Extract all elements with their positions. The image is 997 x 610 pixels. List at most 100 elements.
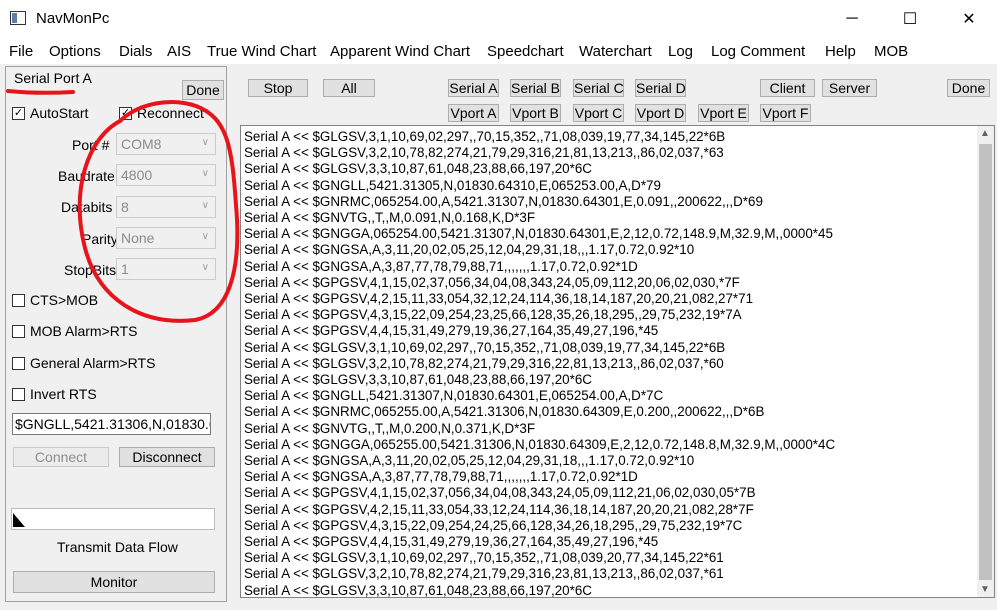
scroll-down-icon[interactable]: ▼	[980, 584, 990, 595]
done-button[interactable]: Done	[947, 79, 990, 97]
chevron-down-icon: ∨	[201, 200, 209, 211]
vport-b-button[interactable]: Vport B	[510, 104, 561, 122]
log-line: Serial A << $GNGGA,065254.00,5421.31307,…	[244, 226, 833, 242]
menu-dials[interactable]: Dials	[119, 43, 152, 60]
reconnect-checkbox[interactable]: ✓ Reconnect	[119, 105, 204, 121]
log-line: Serial A << $GNGSA,A,3,11,20,02,05,25,12…	[244, 453, 695, 468]
databits-label: Databits	[61, 199, 113, 215]
invert-rts-checkbox[interactable]: Invert RTS	[12, 386, 97, 402]
log-line: Serial A << $GLGSV,3,2,10,78,82,274,21,7…	[244, 566, 724, 582]
menu-waterchart[interactable]: Waterchart	[579, 43, 652, 60]
all-button[interactable]: All	[323, 79, 375, 97]
minimize-button[interactable]: ─	[829, 0, 875, 38]
log-line: Serial A << $GLGSV,3,3,10,87,61,048,23,8…	[244, 582, 592, 598]
log-line: Serial A << $GPGSV,4,1,15,02,37,056,34,0…	[244, 274, 740, 290]
serial-a-button[interactable]: Serial A	[448, 79, 499, 97]
menu-true-wind-chart[interactable]: True Wind Chart	[207, 43, 316, 60]
log-line: Serial A << $GNGLL,5421.31307,N,01830.64…	[244, 388, 664, 404]
vport-d-button[interactable]: Vport D	[635, 104, 686, 122]
menu-ais[interactable]: AIS	[167, 43, 191, 60]
chevron-down-icon: ∨	[201, 231, 209, 242]
log-line: Serial A << $GLGSV,3,1,10,69,02,297,,70,…	[244, 339, 726, 355]
log-line: Serial A << $GNGSA,A,3,87,77,78,79,88,71…	[244, 258, 638, 274]
connect-button[interactable]: Connect	[13, 447, 109, 467]
close-button[interactable]: ✕	[946, 0, 992, 38]
app-icon	[10, 11, 26, 25]
log-line: Serial A << $GNGSA,A,3,11,20,02,05,25,12…	[244, 242, 695, 258]
menu-log[interactable]: Log	[668, 43, 693, 60]
log-line: Serial A << $GLGSV,3,3,10,87,61,048,23,8…	[244, 161, 592, 177]
port-select[interactable]: COM8 ∨	[116, 133, 216, 155]
server-button[interactable]: Server	[822, 79, 877, 97]
vport-a-button[interactable]: Vport A	[448, 104, 499, 122]
group-title: Serial Port A	[14, 70, 92, 86]
log-line: Serial A << $GNGLL,5421.31305,N,01830.64…	[244, 177, 661, 193]
window-title: NavMonPc	[36, 10, 110, 27]
log-line: Serial A << $GNGGA,065255.00,5421.31306,…	[244, 436, 836, 452]
stop-button[interactable]: Stop	[248, 79, 308, 97]
databits-select[interactable]: 8 ∨	[116, 196, 216, 218]
serial-b-button[interactable]: Serial B	[510, 79, 561, 97]
vport-e-button[interactable]: Vport E	[698, 104, 749, 122]
flow-triangle-icon	[13, 513, 25, 527]
log-line: Serial A << $GPGSV,4,2,15,11,33,054,32,1…	[244, 291, 754, 306]
log-line: Serial A << $GNVTG,,T,,M,0.091,N,0.168,K…	[244, 210, 536, 225]
chevron-down-icon: ∨	[201, 262, 209, 273]
menu-apparent-wind-chart[interactable]: Apparent Wind Chart	[330, 43, 470, 60]
log-line: Serial A << $GNGSA,A,3,87,77,78,79,88,71…	[244, 469, 638, 485]
log-line: Serial A << $GLGSV,3,2,10,78,82,274,21,7…	[244, 355, 724, 371]
stopbits-label: StopBits	[64, 262, 117, 278]
menu-bar: File Options Dials AIS True Wind Chart A…	[0, 38, 997, 64]
monitor-log[interactable]: Serial A << $GLGSV,3,1,10,69,02,297,,70,…	[240, 125, 995, 598]
menu-file[interactable]: File	[9, 43, 33, 60]
transmit-flow-indicator	[11, 508, 215, 530]
scroll-up-icon[interactable]: ▲	[980, 128, 990, 139]
menu-mob[interactable]: MOB	[874, 43, 908, 60]
panel-done-button[interactable]: Done	[182, 80, 224, 100]
disconnect-button[interactable]: Disconnect	[119, 447, 215, 467]
checkbox-check-icon: ✓	[119, 106, 132, 120]
menu-help[interactable]: Help	[825, 43, 856, 60]
menu-speedchart[interactable]: Speedchart	[487, 43, 564, 60]
chevron-down-icon: ∨	[201, 168, 209, 179]
log-line: Serial A << $GNVTG,,T,,M,0.200,N,0.371,K…	[244, 420, 536, 436]
client-button[interactable]: Client	[760, 79, 815, 97]
serial-d-button[interactable]: Serial D	[635, 79, 686, 97]
log-line: Serial A << $GLGSV,3,2,10,78,82,274,21,7…	[244, 145, 724, 161]
log-line: Serial A << $GPGSV,4,1,15,02,37,056,34,0…	[244, 485, 756, 501]
serial-c-button[interactable]: Serial C	[573, 79, 624, 97]
autostart-checkbox[interactable]: ✓ AutoStart	[12, 105, 88, 121]
vertical-scrollbar[interactable]: ▲ ▼	[977, 126, 994, 597]
log-line: Serial A << $GPGSV,4,2,15,11,33,054,33,1…	[244, 501, 754, 517]
baudrate-select[interactable]: 4800 ∨	[116, 164, 216, 186]
title-bar: NavMonPc ─ ☐ ✕	[0, 0, 997, 38]
log-line: Serial A << $GPGSV,4,3,15,22,09,254,24,2…	[244, 517, 743, 533]
menu-options[interactable]: Options	[49, 43, 101, 60]
log-line: Serial A << $GLGSV,3,1,10,69,02,297,,70,…	[244, 129, 726, 144]
parity-label: Parity	[82, 231, 118, 247]
log-line: Serial A << $GNRMC,065254.00,A,5421.3130…	[244, 193, 763, 209]
port-label: Port #	[72, 137, 110, 153]
baudrate-label: Baudrate	[58, 168, 115, 184]
general-alarm-rts-checkbox[interactable]: General Alarm>RTS	[12, 355, 155, 371]
log-line: Serial A << $GLGSV,3,1,10,69,02,297,,70,…	[244, 550, 724, 566]
checkbox-check-icon: ✓	[12, 106, 25, 120]
maximize-button[interactable]: ☐	[887, 0, 933, 38]
monitor-button[interactable]: Monitor	[13, 571, 215, 593]
vport-c-button[interactable]: Vport C	[573, 104, 624, 122]
log-line: Serial A << $GNRMC,065255.00,A,5421.3130…	[244, 404, 765, 420]
menu-log-comment[interactable]: Log Comment	[711, 43, 805, 60]
cts-mob-checkbox[interactable]: CTS>MOB	[12, 292, 98, 308]
mob-alarm-rts-checkbox[interactable]: MOB Alarm>RTS	[12, 323, 138, 339]
log-line: Serial A << $GLGSV,3,3,10,87,61,048,23,8…	[244, 372, 592, 387]
stopbits-select[interactable]: 1 ∨	[116, 258, 216, 280]
sentence-field[interactable]: $GNGLL,5421.31306,N,01830.64	[12, 413, 211, 435]
transmit-label: Transmit Data Flow	[57, 539, 178, 555]
chevron-down-icon: ∨	[201, 137, 209, 148]
log-line: Serial A << $GPGSV,4,4,15,31,49,279,19,3…	[244, 534, 659, 549]
vport-f-button[interactable]: Vport F	[760, 104, 811, 122]
parity-select[interactable]: None ∨	[116, 227, 216, 249]
log-line: Serial A << $GPGSV,4,3,15,22,09,254,23,2…	[244, 307, 742, 323]
log-line: Serial A << $GPGSV,4,4,15,31,49,279,19,3…	[244, 323, 659, 339]
scrollbar-thumb[interactable]	[979, 144, 992, 580]
